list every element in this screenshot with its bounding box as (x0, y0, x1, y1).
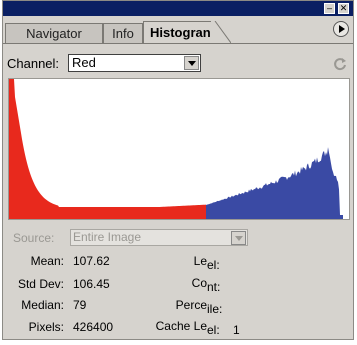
level-label: Le (193, 254, 207, 268)
panel-tabs: Navigator Info Histogran (5, 21, 353, 43)
level-label-suffix: el: (207, 258, 220, 272)
std-dev-label: Std Dev: (17, 277, 64, 291)
source-label: Source: (13, 231, 55, 245)
histogram-graph (8, 78, 350, 220)
mean-value: 107.62 (73, 254, 110, 268)
histogram-blue-area (206, 147, 343, 219)
histogram-panel: – ✕ Navigator Info Histogran Channel: Re… (2, 0, 354, 340)
panel-titlebar: – ✕ (3, 1, 353, 16)
source-value: Entire Image (73, 230, 142, 244)
tab-info[interactable]: Info (103, 23, 143, 43)
median-label: Median: (21, 298, 64, 312)
cache-level-value: 1 (233, 323, 240, 337)
tab-edge (211, 21, 231, 43)
chevron-down-icon[interactable] (184, 56, 199, 70)
tab-navigator[interactable]: Navigator (5, 23, 103, 43)
std-dev-value: 106.45 (73, 277, 110, 291)
median-value: 79 (73, 298, 87, 312)
mean-label: Mean: (30, 254, 64, 268)
channel-select[interactable]: Red (68, 54, 201, 72)
minimize-button[interactable]: – (324, 3, 335, 14)
pixels-value: 426400 (73, 320, 114, 334)
close-button[interactable]: ✕ (338, 3, 349, 14)
tab-histogram[interactable]: Histogran (143, 21, 213, 43)
channel-value: Red (72, 55, 96, 70)
percentile-label-suffix: ile: (207, 302, 223, 316)
channel-label: Channel: (7, 56, 60, 71)
tab-divider (3, 43, 353, 44)
source-select[interactable]: Entire Image (70, 229, 248, 246)
histogram-chart (9, 79, 343, 219)
cache-level-label: Cache Le (155, 319, 207, 333)
percentile-label: Perce (175, 298, 207, 312)
pixels-label: Pixels: (28, 320, 64, 334)
panel-menu-icon[interactable] (333, 21, 349, 37)
histogram-red-area (9, 79, 206, 219)
refresh-icon[interactable] (333, 57, 347, 71)
count-label: Co (191, 276, 207, 290)
chevron-down-icon[interactable] (231, 231, 246, 245)
count-label-suffix: nt: (207, 280, 221, 294)
cache-level-label-suffix: el: (207, 323, 220, 337)
